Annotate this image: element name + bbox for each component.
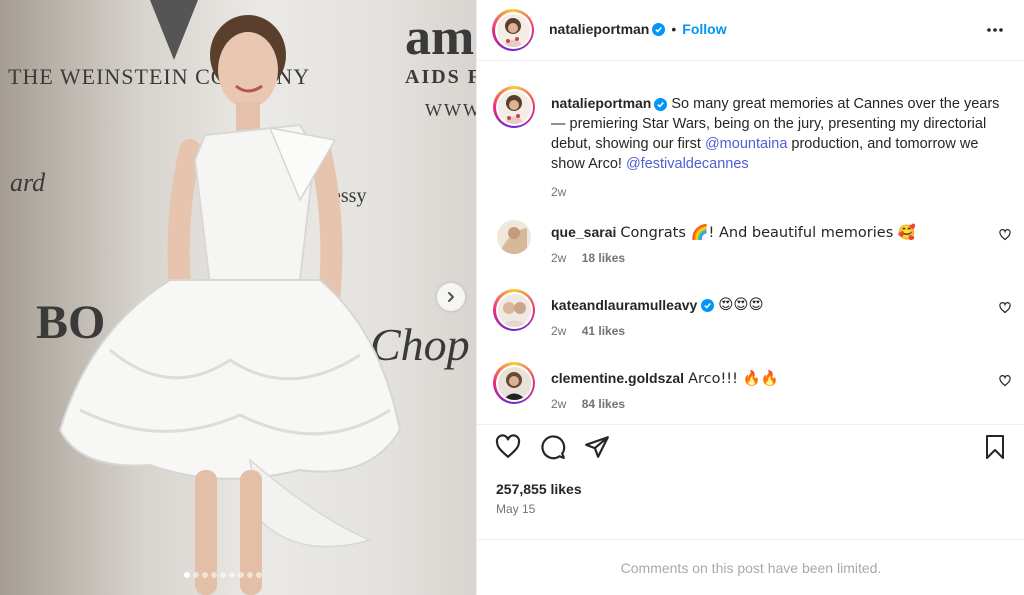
caption-age: 2w — [551, 185, 567, 199]
comment-like-heart-icon[interactable] — [999, 302, 1011, 314]
comment-icon[interactable] — [540, 434, 566, 460]
carousel-dot — [229, 572, 235, 578]
chevron-right-icon — [448, 292, 454, 302]
author-username[interactable]: natalieportman — [549, 21, 649, 37]
comment-likes[interactable]: 41 likes — [582, 324, 625, 338]
comment: que_sarai Congrats 🌈! And beautiful memo… — [493, 216, 1013, 276]
comment-like-heart-icon[interactable] — [999, 375, 1011, 387]
action-bar — [477, 424, 1024, 472]
carousel-indicator — [184, 572, 262, 578]
share-icon[interactable] — [584, 434, 610, 460]
carousel-dot — [256, 572, 262, 578]
comment-text: 😍😍😍 — [718, 297, 764, 313]
verified-badge-icon — [701, 298, 715, 312]
comment-likes[interactable]: 18 likes — [582, 251, 625, 265]
post-media[interactable]: THE WEINSTEIN COMPANY am AIDS F WWW. ard… — [0, 0, 476, 595]
woman-in-white-dress-photo — [58, 15, 402, 595]
separator-dot: • — [671, 21, 677, 37]
comment: kateandlauramulleavy 😍😍😍 2w 41 likes — [493, 289, 1013, 349]
comment-age: 2w — [551, 251, 567, 265]
commenter-avatar[interactable] — [497, 220, 531, 254]
comment-age: 2w — [551, 397, 567, 411]
commenter-username[interactable]: kateandlauramulleavy — [551, 297, 697, 313]
post-details-panel: natalieportman • Follow natalieportman S… — [476, 0, 1024, 595]
carousel-dot — [202, 572, 208, 578]
comment-likes[interactable]: 84 likes — [582, 397, 625, 411]
carousel-dot — [220, 572, 226, 578]
comment-age: 2w — [551, 324, 567, 338]
carousel-dot — [238, 572, 244, 578]
commenter-avatar[interactable] — [493, 362, 535, 404]
bookmark-icon[interactable] — [983, 434, 1007, 460]
comment: clementine.goldszal Arco!!! 🔥🔥 2w 84 lik… — [493, 362, 1013, 422]
commenter-avatar[interactable] — [493, 289, 535, 331]
verified-badge-icon — [652, 22, 666, 36]
comment-like-heart-icon[interactable] — [999, 229, 1011, 241]
mention-link[interactable]: @mountaina — [705, 136, 787, 152]
mention-link[interactable]: @festivaldecannes — [626, 156, 749, 172]
carousel-dot — [184, 572, 190, 578]
verified-badge-icon — [654, 97, 668, 111]
caption-username[interactable]: natalieportman — [551, 95, 651, 111]
author-avatar[interactable] — [492, 9, 534, 51]
post-date: May 15 — [496, 502, 536, 516]
comments-limited-notice: Comments on this post have been limited. — [477, 539, 1024, 595]
commenter-username[interactable]: que_sarai — [551, 224, 616, 240]
comment-text: Arco!!! 🔥🔥 — [688, 371, 779, 387]
follow-button[interactable]: Follow — [682, 21, 726, 37]
caption-author-avatar[interactable] — [493, 86, 535, 128]
next-media-button[interactable] — [437, 283, 465, 311]
like-count[interactable]: 257,855 likes — [496, 481, 582, 497]
more-options-icon[interactable] — [985, 20, 1005, 40]
carousel-dot — [211, 572, 217, 578]
commenter-username[interactable]: clementine.goldszal — [551, 370, 684, 386]
carousel-dot — [193, 572, 199, 578]
comment-text: Congrats 🌈! And beautiful memories 🥰 — [620, 225, 916, 241]
heart-icon[interactable] — [495, 434, 521, 460]
post-header: natalieportman • Follow — [477, 0, 1024, 61]
carousel-dot — [247, 572, 253, 578]
